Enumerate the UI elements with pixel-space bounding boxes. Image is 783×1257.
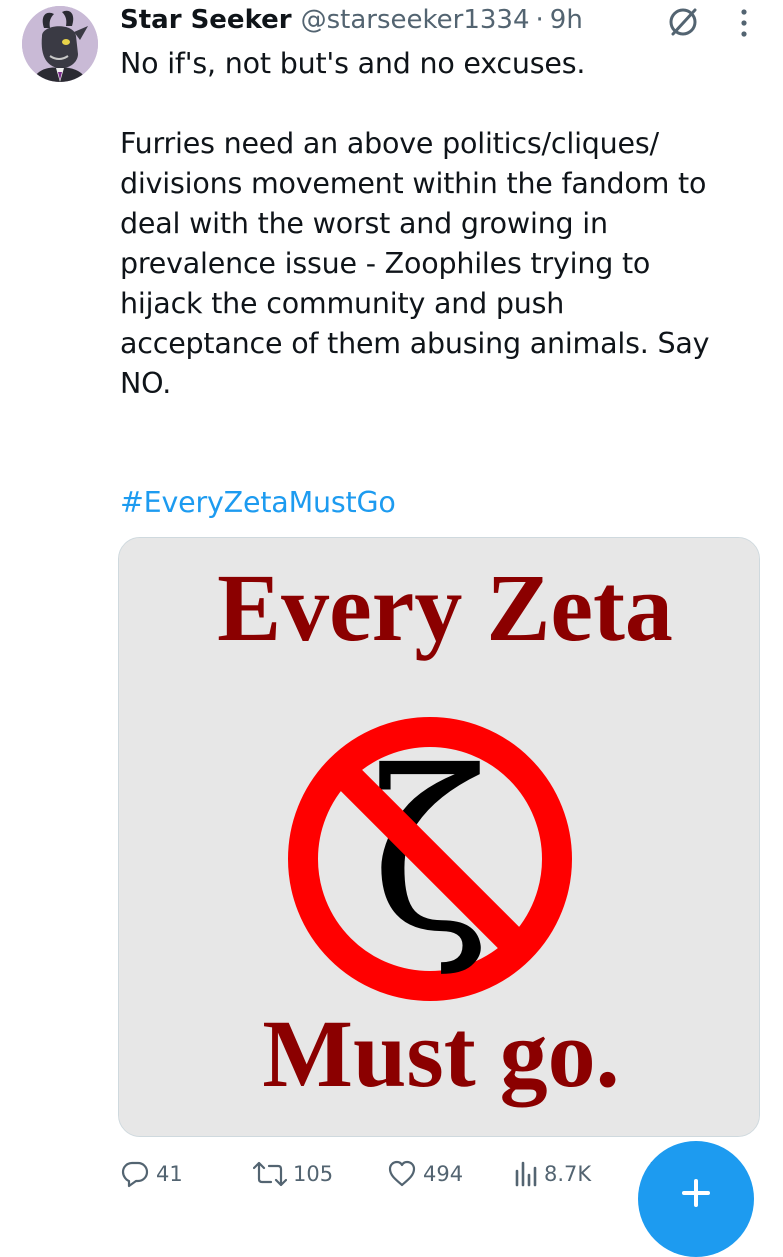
grok-icon[interactable] (665, 4, 701, 40)
plus-icon (682, 1179, 710, 1207)
hashtag-link[interactable]: #EveryZetaMustGo (120, 483, 396, 523)
avatar-image (22, 6, 98, 82)
views-button[interactable]: 8.7K (514, 1154, 591, 1194)
heart-icon (388, 1160, 416, 1187)
image-line1: Every Zeta (217, 554, 673, 661)
user-handle[interactable]: @starseeker1334 (301, 2, 530, 38)
reply-icon (121, 1161, 149, 1188)
media-image: Every Zeta ζ Must go. (119, 538, 759, 1136)
tweet-time[interactable]: 9h (550, 2, 583, 38)
views-count: 8.7K (544, 1162, 592, 1186)
repost-icon (253, 1161, 287, 1187)
compose-button[interactable] (638, 1141, 754, 1257)
tweet-text: No if's, not but's and no excuses. Furri… (120, 47, 710, 400)
reply-button[interactable]: 41 (120, 1154, 183, 1194)
avatar[interactable] (22, 6, 98, 82)
repost-count: 105 (293, 1162, 334, 1186)
views-icon (515, 1161, 537, 1187)
like-button[interactable]: 494 (387, 1154, 463, 1194)
tweet-media[interactable]: Every Zeta ζ Must go. (118, 537, 760, 1137)
separator-dot: · (535, 5, 544, 35)
repost-button[interactable]: 105 (253, 1154, 333, 1194)
tweet-header: Star Seeker @starseeker1334 · 9h (120, 2, 583, 38)
more-options-icon[interactable] (738, 8, 750, 38)
display-name[interactable]: Star Seeker (120, 2, 292, 38)
image-line2: Must go. (262, 1000, 619, 1107)
like-count: 494 (423, 1162, 464, 1186)
reply-count: 41 (156, 1162, 183, 1186)
